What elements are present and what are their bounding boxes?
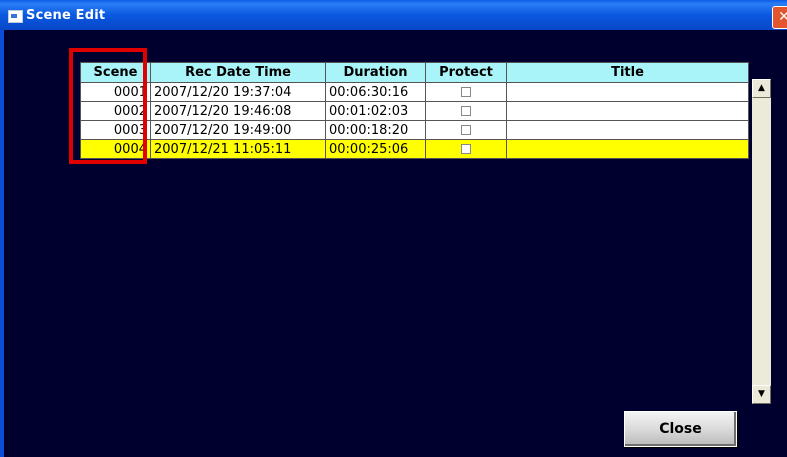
table-header-row: Scene Rec Date Time Duration Protect Tit… (80, 62, 749, 83)
vertical-scrollbar[interactable]: ▲ ▼ (752, 79, 771, 404)
table-row[interactable]: 0001 2007/12/20 19:37:04 00:06:30:16 (80, 82, 749, 102)
scene-cell[interactable]: 0001 (80, 82, 151, 102)
protect-checkbox[interactable] (461, 144, 471, 154)
title-cell[interactable] (506, 101, 749, 121)
protect-checkbox[interactable] (461, 106, 471, 116)
column-header-protect[interactable]: Protect (425, 62, 507, 83)
table-row[interactable]: 0003 2007/12/20 19:49:00 00:00:18:20 (80, 120, 749, 140)
title-cell[interactable] (506, 120, 749, 140)
duration-cell[interactable]: 00:00:25:06 (325, 139, 426, 159)
rec-date-time-cell[interactable]: 2007/12/20 19:49:00 (150, 120, 326, 140)
title-cell[interactable] (506, 139, 749, 159)
scene-cell[interactable]: 0002 (80, 101, 151, 121)
scroll-up-icon[interactable]: ▲ (752, 79, 771, 98)
duration-cell[interactable]: 00:00:18:20 (325, 120, 426, 140)
scene-table: Scene Rec Date Time Duration Protect Tit… (80, 62, 749, 159)
column-header-rec-date-time[interactable]: Rec Date Time (150, 62, 326, 83)
protect-cell[interactable] (425, 101, 507, 121)
column-header-duration[interactable]: Duration (325, 62, 426, 83)
close-button[interactable]: Close (624, 411, 737, 447)
rec-date-time-cell[interactable]: 2007/12/20 19:37:04 (150, 82, 326, 102)
duration-cell[interactable]: 00:06:30:16 (325, 82, 426, 102)
protect-cell[interactable] (425, 82, 507, 102)
window-icon (8, 10, 23, 23)
protect-checkbox[interactable] (461, 125, 471, 135)
window-close-icon[interactable]: ✕ (772, 6, 787, 29)
title-cell[interactable] (506, 82, 749, 102)
protect-cell[interactable] (425, 120, 507, 140)
column-header-title[interactable]: Title (506, 62, 749, 83)
protect-cell[interactable] (425, 139, 507, 159)
table-row-selected[interactable]: 0004 2007/12/21 11:05:11 00:00:25:06 (80, 139, 749, 159)
rec-date-time-cell[interactable]: 2007/12/21 11:05:11 (150, 139, 326, 159)
scroll-down-icon[interactable]: ▼ (752, 385, 771, 404)
table-row[interactable]: 0002 2007/12/20 19:46:08 00:01:02:03 (80, 101, 749, 121)
duration-cell[interactable]: 00:01:02:03 (325, 101, 426, 121)
protect-checkbox[interactable] (461, 87, 471, 97)
rec-date-time-cell[interactable]: 2007/12/20 19:46:08 (150, 101, 326, 121)
scene-cell[interactable]: 0003 (80, 120, 151, 140)
window-title-bar[interactable]: Scene Edit ✕ (0, 0, 787, 30)
column-header-scene[interactable]: Scene (80, 62, 151, 83)
scene-cell[interactable]: 0004 (80, 139, 151, 159)
window-title: Scene Edit (26, 8, 106, 23)
window-frame (0, 30, 4, 457)
